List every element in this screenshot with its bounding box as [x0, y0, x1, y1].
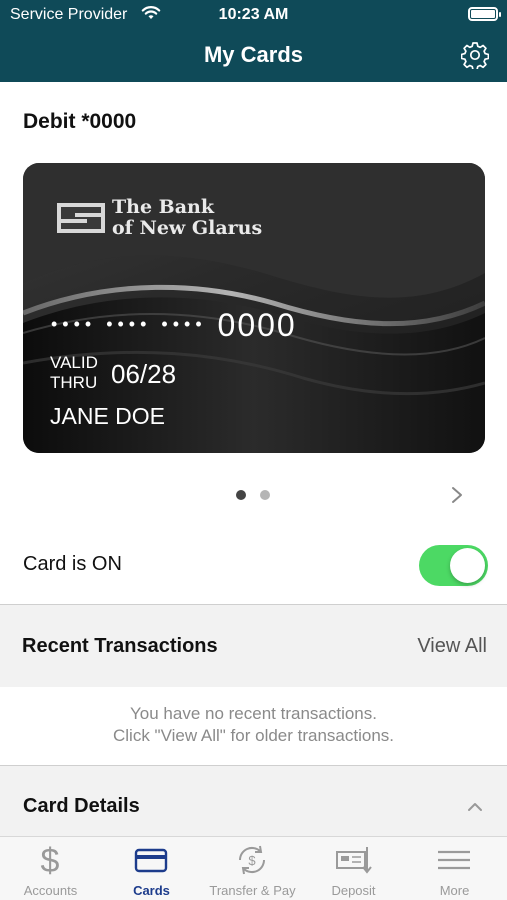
menu-icon	[438, 850, 470, 870]
view-all-link[interactable]: View All	[417, 635, 487, 658]
card-expiry: 06/28	[111, 359, 177, 389]
pager-dot-active[interactable]	[236, 490, 246, 500]
tab-accounts[interactable]: $ Accounts	[0, 837, 101, 900]
tab-deposit[interactable]: Deposit	[303, 837, 404, 900]
card-details-row[interactable]: Card Details	[0, 766, 507, 836]
chevron-up-icon	[468, 803, 482, 811]
valid-label-line2: THRU	[50, 373, 98, 392]
chevron-right-icon[interactable]	[450, 485, 464, 505]
debit-card-image[interactable]: The Bank of New Glarus •••• •••• •••• 00…	[23, 163, 485, 453]
tab-label: Transfer & Pay	[209, 883, 296, 898]
tab-transfer-pay[interactable]: $ Transfer & Pay	[202, 837, 303, 900]
card-number-masked: •••• •••• ••••	[51, 314, 207, 334]
card-icon	[134, 848, 168, 873]
empty-transactions-message: You have no recent transactions. Click "…	[0, 703, 507, 747]
card-number-last4: 0000	[217, 307, 297, 343]
app-header: Service Provider 10:23 AM My Cards	[0, 0, 507, 82]
pager-dot[interactable]	[260, 490, 270, 500]
page-title: My Cards	[203, 42, 304, 67]
card-number: •••• •••• •••• 0000	[51, 307, 297, 344]
tab-more[interactable]: More	[404, 837, 505, 900]
card-details-title: Card Details	[23, 795, 140, 817]
dollar-icon: $	[41, 843, 60, 877]
bank-name-line1: The Bank	[112, 196, 215, 218]
svg-text:$: $	[248, 853, 256, 868]
card-status-label: Card is ON	[23, 553, 122, 575]
bank-name: The Bank of New Glarus	[112, 197, 262, 239]
recent-transactions-header: Recent Transactions View All	[0, 605, 507, 687]
tab-bar: $ Accounts Cards $ Transfer & Pay Deposi…	[0, 836, 507, 900]
check-deposit-icon	[336, 847, 372, 874]
valid-thru-label: VALID THRU	[50, 353, 98, 393]
transfer-icon: $	[238, 845, 266, 875]
battery-icon	[468, 7, 501, 21]
card-holder-name: JANE DOE	[50, 403, 166, 429]
card-on-toggle[interactable]	[419, 545, 488, 586]
bank-logo-icon	[57, 203, 105, 233]
clock: 10:23 AM	[218, 6, 289, 23]
tab-label: Cards	[133, 883, 170, 898]
bank-name-line2: of New Glarus	[112, 217, 263, 239]
tab-cards[interactable]: Cards	[101, 837, 202, 900]
empty-message-line1: You have no recent transactions.	[130, 704, 377, 723]
toggle-knob	[450, 548, 485, 583]
gear-icon[interactable]	[461, 41, 489, 69]
tab-label: Deposit	[331, 883, 376, 898]
empty-message-line2: Click "View All" for older transactions.	[112, 726, 395, 745]
valid-label-line1: VALID	[50, 353, 98, 372]
status-bar: Service Provider 10:23 AM	[0, 0, 507, 30]
svg-text:$: $	[41, 843, 60, 877]
tab-label: Accounts	[23, 883, 78, 898]
card-title: Debit *0000	[23, 110, 137, 133]
recent-transactions-title: Recent Transactions	[22, 635, 218, 657]
tab-label: More	[439, 883, 470, 898]
